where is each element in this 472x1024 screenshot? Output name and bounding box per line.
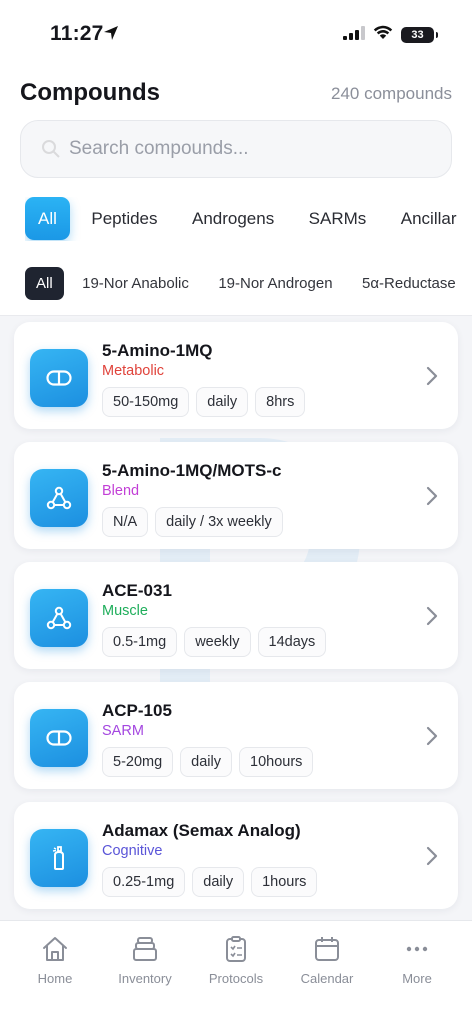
dose-pill: 50-150mg bbox=[102, 387, 190, 417]
compound-name: Adamax (Semax Analog) bbox=[102, 821, 301, 840]
molecule-icon bbox=[30, 589, 88, 647]
tabbar-label: More bbox=[402, 971, 432, 986]
subcategory-tabs: All 19-Nor Anabolic 19-Nor Androgen 5α-R… bbox=[25, 267, 472, 301]
location-arrow-icon bbox=[103, 25, 119, 46]
status-icons: 33 bbox=[343, 25, 438, 45]
dose-pill: 0.5-1mg bbox=[102, 627, 178, 657]
frequency-pill: weekly bbox=[184, 627, 251, 657]
tab-sarms[interactable]: SARMs bbox=[296, 197, 380, 240]
tab-androgens[interactable]: Androgens bbox=[179, 197, 287, 240]
compound-category: Metabolic bbox=[102, 363, 165, 379]
subtab-all[interactable]: All bbox=[25, 267, 64, 300]
compound-category: Blend bbox=[102, 483, 140, 499]
chevron-right-icon bbox=[426, 846, 438, 871]
subtab-5a-reductase[interactable]: 5α-Reductase bbox=[351, 267, 467, 300]
half-life-pill: 8hrs bbox=[255, 387, 306, 417]
tabbar-label: Protocols bbox=[208, 971, 264, 986]
chevron-right-icon bbox=[426, 606, 438, 631]
chevron-right-icon bbox=[426, 726, 438, 751]
spray-bottle-icon bbox=[30, 829, 88, 887]
compound-name: ACP-105 bbox=[102, 701, 172, 720]
frequency-pill: daily bbox=[192, 867, 245, 897]
tabbar-home[interactable]: Home bbox=[10, 933, 100, 986]
tabbar-calendar[interactable]: Calendar bbox=[282, 933, 372, 986]
more-dots-icon bbox=[372, 933, 462, 965]
tabbar-protocols[interactable]: Protocols bbox=[191, 933, 281, 986]
molecule-icon bbox=[30, 469, 88, 527]
compound-card[interactable]: ACP-105 SARM 5-20mg daily 10hours bbox=[14, 682, 458, 789]
tabbar-label: Home bbox=[37, 971, 73, 986]
dose-pill: 0.25-1mg bbox=[102, 867, 186, 897]
compound-name: ACE-031 bbox=[102, 581, 172, 600]
chevron-right-icon bbox=[426, 486, 438, 511]
tabbar-more[interactable]: More bbox=[372, 933, 462, 986]
search-icon bbox=[41, 139, 61, 164]
subtab-19-nor-androgen[interactable]: 19-Nor Androgen bbox=[207, 267, 343, 300]
signal-icon bbox=[343, 25, 365, 45]
frequency-pill: daily bbox=[180, 747, 232, 777]
tab-all[interactable]: All bbox=[25, 197, 70, 240]
compound-category: Muscle bbox=[102, 603, 148, 619]
compound-card[interactable]: 5-Amino-1MQ Metabolic 50-150mg daily 8hr… bbox=[14, 322, 458, 429]
search-input[interactable] bbox=[69, 121, 439, 177]
subtab-19-nor-anabolic[interactable]: 19-Nor Anabolic bbox=[71, 267, 200, 300]
half-life-pill: 10hours bbox=[239, 747, 314, 777]
wifi-icon bbox=[373, 25, 393, 45]
half-life-pill: 14days bbox=[257, 627, 327, 657]
inventory-icon bbox=[100, 933, 190, 965]
category-tabs: All Peptides Androgens SARMs Ancillar bbox=[25, 197, 472, 241]
tab-ancillaries[interactable]: Ancillar bbox=[388, 197, 470, 240]
capsule-icon bbox=[30, 709, 88, 767]
compound-card[interactable]: ACE-031 Muscle 0.5-1mg weekly 14days bbox=[14, 562, 458, 669]
compound-card[interactable]: Adamax (Semax Analog) Cognitive 0.25-1mg… bbox=[14, 802, 458, 909]
tab-peptides[interactable]: Peptides bbox=[78, 197, 170, 240]
header: Compounds 240 compounds All Peptides And… bbox=[0, 70, 472, 316]
compound-count: 240 compounds bbox=[331, 84, 452, 103]
status-time: 11:27 bbox=[50, 22, 104, 45]
tabbar-label: Calendar bbox=[300, 971, 354, 986]
compound-name: 5-Amino-1MQ bbox=[102, 341, 213, 360]
clipboard-icon bbox=[191, 933, 281, 965]
tabbar-inventory[interactable]: Inventory bbox=[100, 933, 190, 986]
battery-indicator: 33 bbox=[401, 27, 438, 43]
chevron-right-icon bbox=[426, 366, 438, 391]
page-title: Compounds bbox=[20, 79, 160, 106]
calendar-icon bbox=[282, 933, 372, 965]
half-life-pill: 1hours bbox=[251, 867, 318, 897]
compound-card[interactable]: 5-Amino-1MQ/MOTS-c Blend N/A daily / 3x … bbox=[14, 442, 458, 549]
home-icon bbox=[10, 933, 100, 965]
compound-list[interactable]: 5-Amino-1MQ Metabolic 50-150mg daily 8hr… bbox=[0, 318, 472, 920]
dose-pill: 5-20mg bbox=[102, 747, 174, 777]
capsule-icon bbox=[30, 349, 88, 407]
compound-category: SARM bbox=[102, 723, 144, 739]
dose-pill: N/A bbox=[102, 507, 149, 537]
frequency-pill: daily / 3x weekly bbox=[155, 507, 283, 537]
bottom-tab-bar: Home Inventory Protocols Calendar More bbox=[0, 920, 472, 1024]
frequency-pill: daily bbox=[196, 387, 249, 417]
tabbar-label: Inventory bbox=[118, 971, 172, 986]
compound-name: 5-Amino-1MQ/MOTS-c bbox=[102, 461, 282, 480]
status-bar: 11:27 33 bbox=[0, 0, 472, 70]
compound-category: Cognitive bbox=[102, 843, 163, 859]
search-bar[interactable] bbox=[20, 120, 452, 178]
